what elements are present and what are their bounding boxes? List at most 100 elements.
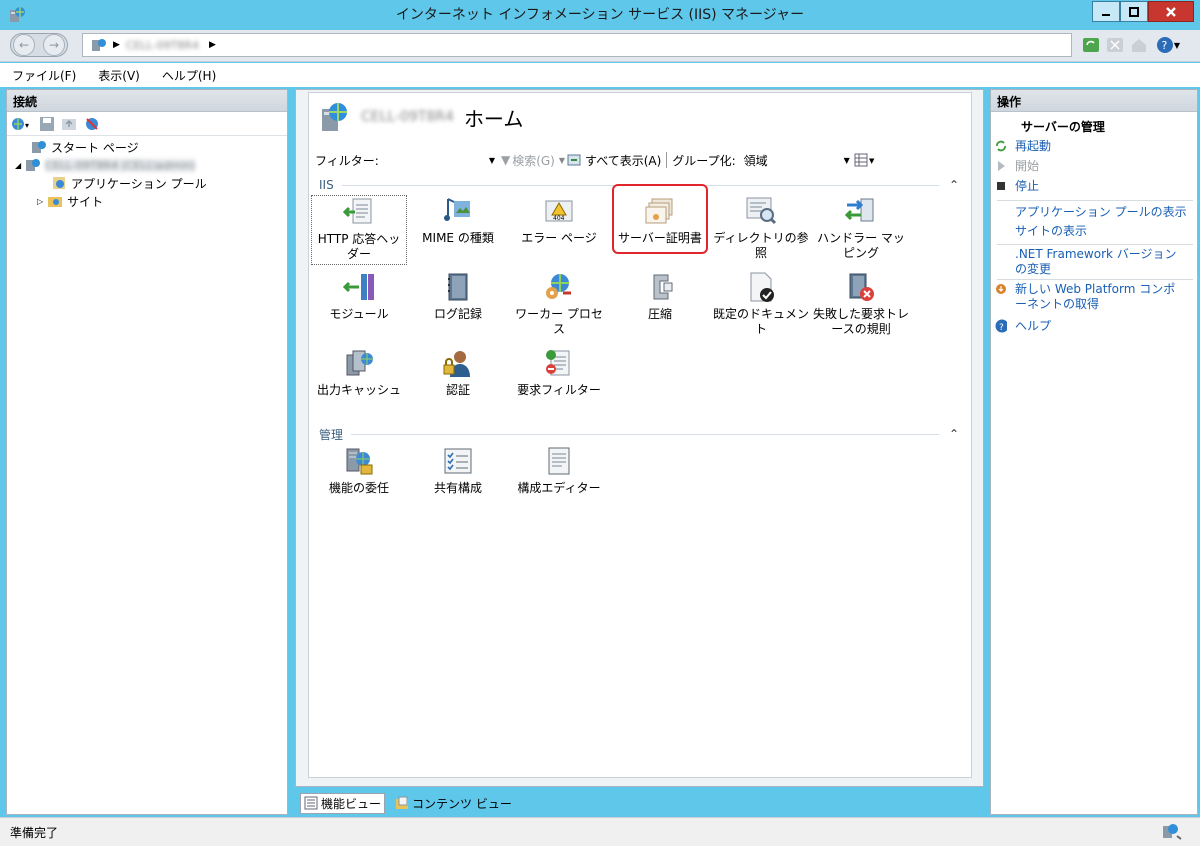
help-icon: ? [995, 319, 1007, 333]
help-button[interactable]: ? ▼ [1152, 34, 1184, 56]
action-web-platform[interactable]: 新しい Web Platform コンポーネントの取得 [995, 282, 1195, 312]
tab-content-view[interactable]: コンテンツ ビュー [391, 793, 516, 814]
action-stop[interactable]: 停止 [995, 179, 1195, 194]
feature-modules[interactable]: モジュール [311, 271, 407, 322]
maximize-icon [1129, 6, 1139, 17]
tab-label: コンテンツ ビュー [412, 796, 512, 811]
actions-divider [997, 279, 1193, 280]
action-label: .NET Framework バージョンの変更 [1015, 247, 1177, 276]
stop-square-icon [995, 180, 1007, 192]
save-icon[interactable] [39, 116, 55, 132]
breadcrumb-server[interactable]: CELL-09T8R4 [126, 39, 199, 52]
feature-directory-browsing[interactable]: ディレクトリの参照 [713, 195, 809, 261]
feature-failed-request-tracing[interactable]: 失敗した要求トレースの規則 [813, 271, 909, 337]
feature-authentication[interactable]: 認証 [410, 347, 506, 398]
action-view-app-pools[interactable]: アプリケーション プールの表示 [995, 205, 1195, 220]
feature-compression[interactable]: 圧縮 [612, 271, 708, 322]
action-label: 新しい Web Platform コンポーネントの取得 [1015, 282, 1176, 311]
address-toolbar: ← → ▶ CELL-09T8R4 ▶ ? ▼ [0, 30, 1200, 62]
home-button[interactable] [1128, 34, 1150, 56]
collapse-arrow-icon[interactable]: ◢ [15, 161, 21, 170]
maximize-button[interactable] [1120, 1, 1148, 22]
funnel-icon: ▼ [500, 153, 511, 167]
status-bar: 準備完了 [0, 817, 1200, 846]
shared-configuration-icon [444, 448, 472, 474]
tab-label: 機能ビュー [321, 796, 382, 811]
feature-label: モジュール [329, 307, 389, 321]
feature-mime-types[interactable]: MIME の種類 [410, 195, 506, 246]
minimize-button[interactable] [1092, 1, 1120, 22]
action-change-net-version[interactable]: .NET Framework バージョンの変更 [995, 247, 1195, 277]
back-button[interactable]: ← [13, 34, 35, 56]
menu-help[interactable]: ヘルプ(H) [162, 67, 216, 84]
stop-nav-button[interactable] [1104, 34, 1126, 56]
request-filtering-icon [546, 350, 570, 376]
feature-logging[interactable]: ログ記録 [410, 271, 506, 322]
feature-error-pages[interactable]: 404 エラー ページ [511, 195, 607, 246]
action-label: 開始 [1015, 159, 1040, 173]
group-dropdown-icon[interactable]: ▼ [844, 156, 850, 165]
tree-server[interactable]: ◢ CELL-09T8R4 (CELL\admin) [15, 156, 196, 174]
group-by-value[interactable]: 領域 [744, 152, 844, 169]
feature-label: 構成エディター [517, 481, 601, 495]
highlight-box [612, 184, 708, 254]
feature-shared-configuration[interactable]: 共有構成 [410, 445, 506, 496]
show-all-button[interactable]: すべて表示(A) [567, 152, 661, 169]
tree-start-page[interactable]: スタート ページ [31, 138, 139, 156]
http-headers-icon [343, 198, 372, 224]
feature-label: 出力キャッシュ [316, 383, 401, 397]
feature-default-document[interactable]: 既定のドキュメント [713, 271, 809, 337]
menu-file[interactable]: ファイル(F) [12, 67, 76, 84]
up-folder-icon[interactable] [61, 116, 77, 132]
view-mode-icon[interactable]: ▼ [854, 153, 876, 167]
tab-features-view[interactable]: 機能ビュー [300, 792, 386, 814]
action-view-sites[interactable]: サイトの表示 [995, 224, 1195, 239]
failed-request-tracing-icon [849, 273, 874, 301]
feature-http-headers[interactable]: HTTP 応答ヘッダー [311, 195, 407, 265]
disconnect-icon[interactable] [83, 116, 101, 132]
feature-output-caching[interactable]: 出力キャッシュ [311, 347, 407, 398]
navigation-buttons: ← → [10, 33, 68, 57]
svg-text:▾: ▾ [25, 121, 29, 130]
feature-handler-mappings[interactable]: ハンドラー マッピング [813, 195, 909, 261]
menu-view[interactable]: 表示(V) [98, 67, 140, 84]
close-button[interactable] [1148, 1, 1194, 22]
connect-globe-icon[interactable]: ▾ [11, 116, 33, 132]
action-label: 停止 [1015, 179, 1040, 193]
action-restart[interactable]: 再起動 [995, 139, 1195, 154]
feature-label: ディレクトリの参照 [713, 231, 809, 260]
feature-delegation[interactable]: 機能の委任 [311, 445, 407, 496]
search-label: 検索(G) [512, 153, 555, 168]
server-icon [92, 39, 106, 51]
breadcrumb-dropdown-icon[interactable]: ▶ [209, 40, 216, 50]
window-title: インターネット インフォメーション サービス (IIS) マネージャー [395, 7, 805, 23]
feature-worker-processes[interactable]: ワーカー プロセス [511, 271, 607, 337]
action-help[interactable]: ? ヘルプ [995, 319, 1195, 334]
feature-request-filtering[interactable]: 要求フィルター [511, 347, 607, 398]
action-label: ヘルプ [1015, 319, 1052, 333]
default-document-icon [750, 272, 774, 302]
worker-process-icon [546, 274, 571, 299]
tree-app-pools[interactable]: アプリケーション プール [51, 174, 207, 192]
tree-sites[interactable]: ▷ サイト [37, 192, 103, 210]
feature-label: ハンドラー マッピング [817, 231, 905, 260]
feature-delegation-icon [346, 448, 373, 475]
collapse-group-icon[interactable]: ⌃ [949, 178, 959, 192]
action-start: 開始 [995, 159, 1195, 174]
search-dropdown-icon[interactable]: ▼ [559, 156, 565, 165]
feature-label: ワーカー プロセス [515, 307, 603, 336]
feature-label: 共有構成 [433, 481, 482, 495]
collapse-group-icon[interactable]: ⌃ [949, 427, 959, 441]
forward-button[interactable]: → [43, 34, 65, 56]
address-path-box[interactable]: ▶ CELL-09T8R4 ▶ [82, 33, 1072, 57]
filter-label: フィルター: [315, 153, 379, 168]
search-button[interactable]: ▼ 検索(G) [501, 152, 555, 169]
content-view-icon [396, 796, 409, 809]
filter-dropdown-icon[interactable]: ▼ [489, 156, 495, 165]
home-header: CELL-09T8R4 ホーム [309, 93, 973, 141]
separator [666, 152, 668, 168]
refresh-button[interactable] [1080, 34, 1102, 56]
feature-label: 失敗した要求トレースの規則 [813, 307, 910, 336]
feature-configuration-editor[interactable]: 構成エディター [511, 445, 607, 496]
expand-arrow-icon[interactable]: ▷ [37, 197, 43, 206]
